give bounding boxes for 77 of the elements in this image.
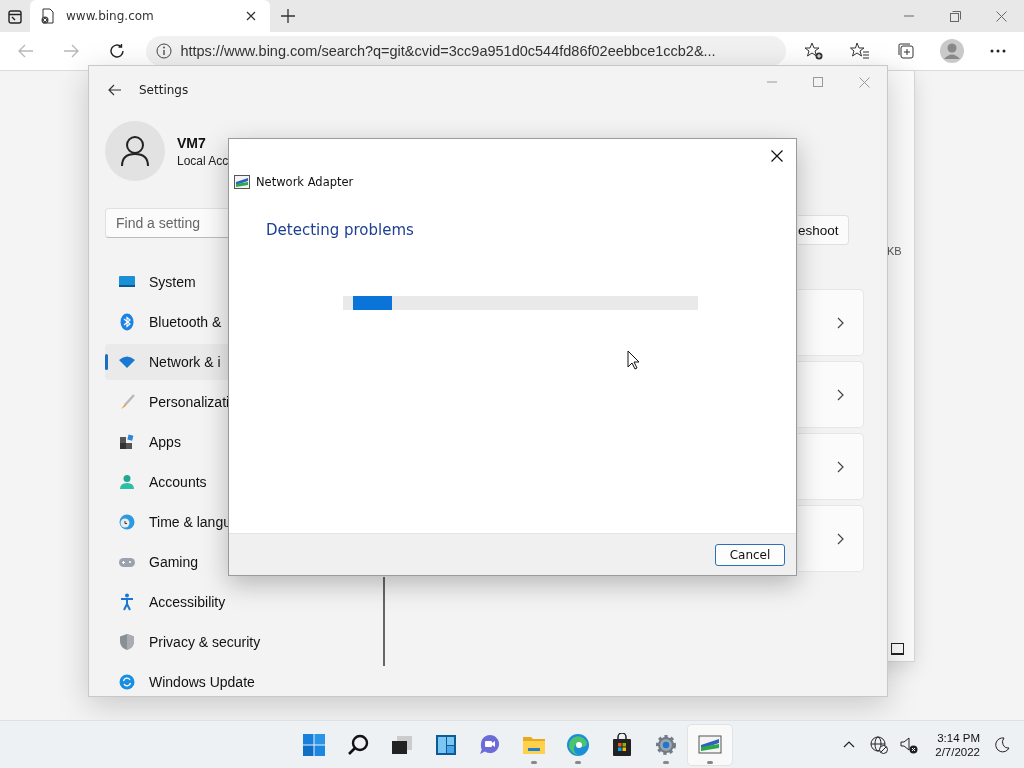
globe-icon — [870, 735, 889, 754]
clock-time: 3:14 PM — [937, 731, 980, 744]
star-plus-icon — [804, 42, 824, 60]
network-adapter-icon — [698, 732, 722, 757]
browser-tab[interactable]: www.bing.com — [30, 0, 270, 32]
network-adapter-icon — [234, 175, 250, 189]
status-heading: Detecting problems — [266, 221, 415, 239]
account-type: Local Acc — [177, 153, 229, 168]
nav-item[interactable]: Accounts — [105, 464, 229, 500]
clock-date: 2/7/2022 — [935, 745, 980, 758]
maximize-icon — [813, 77, 823, 87]
nav-item[interactable]: Privacy & security — [105, 624, 261, 660]
refresh-icon — [108, 43, 125, 59]
accessibility-icon — [120, 593, 134, 611]
more-icon — [990, 49, 1006, 53]
back-arrow-icon — [108, 84, 122, 96]
user-name: VM7 — [177, 134, 207, 151]
speaker-muted-icon — [900, 735, 919, 754]
plus-icon — [281, 9, 295, 23]
chevron-right-icon — [837, 460, 844, 473]
troubleshoot-button[interactable]: eshoot — [798, 215, 849, 245]
nav-item[interactable]: Accessibility — [105, 584, 229, 620]
video-chat-icon — [478, 732, 502, 757]
dialog-title: Network Adapter — [256, 175, 354, 189]
address-bar[interactable]: https://www.bing.com/search?q=git&cvid=3cc9a951d0c544fd86f02eebbce1ccb2&... — [146, 36, 786, 66]
close-icon — [858, 76, 870, 88]
star-list-icon — [850, 42, 870, 60]
person-outline-icon — [120, 135, 150, 167]
search-icon — [346, 732, 370, 757]
minimize-icon — [767, 81, 777, 83]
widgets-icon — [434, 732, 458, 757]
window-title: Settings — [139, 83, 189, 97]
size-text: KB — [887, 245, 903, 257]
chevron-right-icon — [837, 532, 844, 545]
refresh-icon — [119, 674, 135, 690]
minimize-icon — [904, 15, 914, 17]
avatar-icon — [940, 39, 964, 63]
cancel-button[interactable]: Cancel — [715, 543, 785, 566]
wifi-icon — [118, 355, 136, 369]
nav-item[interactable]: Bluetooth & — [105, 304, 229, 340]
chevron-up-icon — [843, 741, 856, 748]
page-icon — [40, 8, 56, 24]
monitor-icon — [118, 275, 136, 289]
gear-icon — [654, 732, 678, 757]
restore-icon — [949, 10, 961, 22]
mouse-cursor-icon — [627, 350, 641, 370]
info-icon — [156, 43, 173, 59]
back-arrow-icon — [17, 44, 34, 58]
clock-globe-icon — [119, 514, 135, 530]
close-icon — [771, 150, 783, 162]
nav-item[interactable]: System — [105, 264, 229, 300]
collections-icon — [897, 42, 915, 60]
nav-item[interactable]: Gaming — [105, 544, 229, 580]
url-text: https://www.bing.com/search?q=git&cvid=3cc9a951d0c544fd86f02eebbce1ccb2&... — [180, 43, 717, 59]
shield-icon — [119, 633, 135, 651]
person-icon — [119, 474, 135, 490]
windows-logo-icon — [302, 732, 326, 757]
tab-actions-icon — [8, 10, 22, 24]
selection-bar — [105, 354, 108, 370]
moon-icon — [994, 736, 1010, 753]
nav-item[interactable]: Personalizati — [105, 384, 230, 420]
forward-arrow-icon — [63, 44, 80, 58]
apps-icon — [119, 434, 135, 450]
square-icon — [891, 643, 904, 655]
nav-item[interactable]: Windows Update — [105, 664, 255, 700]
brush-icon — [119, 394, 135, 410]
close-icon — [246, 11, 256, 21]
nav-item[interactable]: Network & i — [105, 344, 229, 380]
browser-swirl-icon — [566, 732, 590, 757]
chevron-right-icon — [837, 388, 844, 401]
chevron-right-icon — [837, 316, 844, 329]
search-field[interactable]: Find a setting — [105, 208, 229, 238]
bluetooth-icon — [120, 313, 134, 331]
gamepad-icon — [118, 556, 136, 568]
nav-item[interactable]: Apps — [105, 424, 229, 460]
close-icon — [995, 10, 1007, 22]
shopping-bag-icon — [610, 732, 634, 757]
